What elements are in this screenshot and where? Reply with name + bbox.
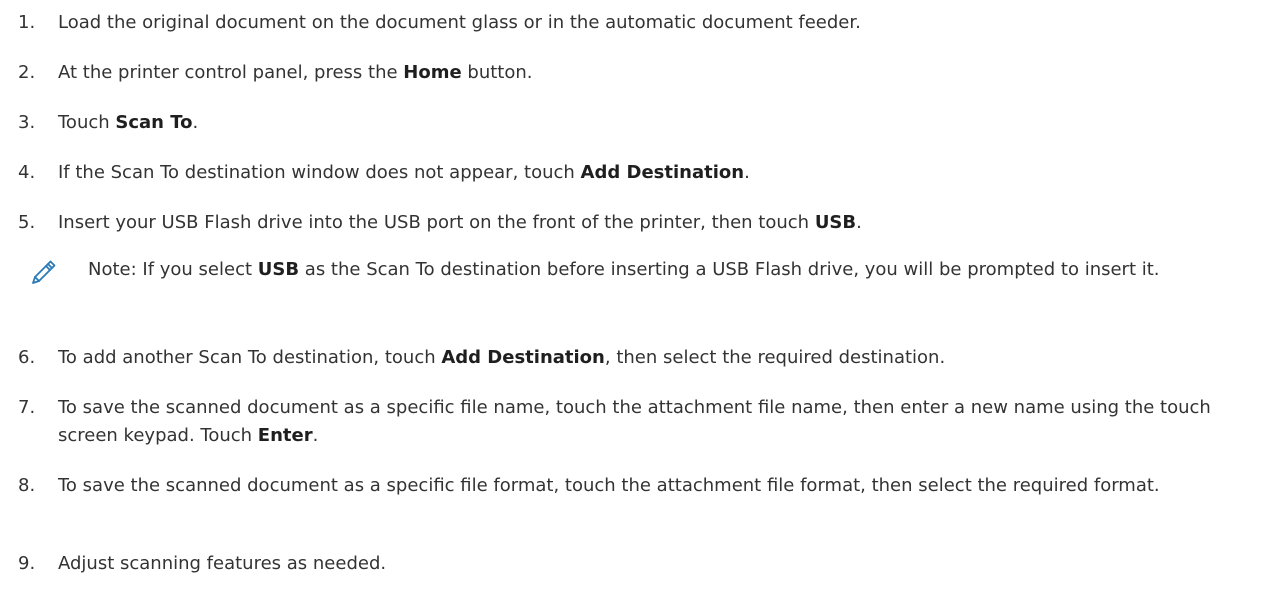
add-destination-label: Add Destination [580, 162, 745, 183]
step-number: 4. [18, 162, 36, 183]
pencil-icon [28, 256, 88, 286]
step-4: 4. If the Scan To destination window doe… [18, 159, 1264, 187]
instructions-page: 1. Load the original document on the doc… [0, 0, 1270, 602]
step-8: 8. To save the scanned document as a spe… [18, 472, 1264, 500]
home-button-label: Home [403, 62, 462, 83]
step-number: 3. [18, 112, 36, 133]
note-text: Note: If you select USB as the Scan To d… [88, 259, 1160, 280]
scan-to-label: Scan To [115, 112, 193, 133]
step-number: 1. [18, 12, 36, 33]
step-number: 8. [18, 475, 36, 496]
step-1: 1. Load the original document on the doc… [18, 9, 1264, 37]
step-text: To add another Scan To destination, touc… [58, 347, 946, 368]
enter-label: Enter [257, 425, 313, 446]
step-number: 2. [18, 62, 36, 83]
step-text: If the Scan To destination window does n… [58, 162, 750, 183]
step-7: 7. To save the scanned document as a spe… [18, 394, 1264, 450]
step-text: Insert your USB Flash drive into the USB… [58, 212, 862, 233]
note-usb-label: USB [257, 259, 300, 280]
step-text: To save the scanned document as a specif… [58, 475, 1160, 496]
step-number: 7. [18, 397, 36, 418]
usb-label: USB [814, 212, 857, 233]
step-text: Touch Scan To. [58, 112, 199, 133]
step-text: Load the original document on the docume… [58, 12, 861, 33]
note-block: Note: If you select USB as the Scan To d… [28, 256, 1264, 286]
step-6: 6. To add another Scan To destination, t… [18, 344, 1264, 372]
step-9: 9. Adjust scanning features as needed. [18, 550, 1264, 578]
step-number: 9. [18, 553, 36, 574]
step-2: 2. At the printer control panel, press t… [18, 59, 1264, 87]
step-5: 5. Insert your USB Flash drive into the … [18, 209, 1264, 237]
step-text: Adjust scanning features as needed. [58, 553, 387, 574]
step-number: 6. [18, 347, 36, 368]
step-3: 3. Touch Scan To. [18, 109, 1264, 137]
add-destination-label: Add Destination [441, 347, 605, 368]
step-text: To save the scanned document as a specif… [58, 397, 1211, 446]
step-text: At the printer control panel, press the … [58, 62, 533, 83]
step-number: 5. [18, 212, 36, 233]
